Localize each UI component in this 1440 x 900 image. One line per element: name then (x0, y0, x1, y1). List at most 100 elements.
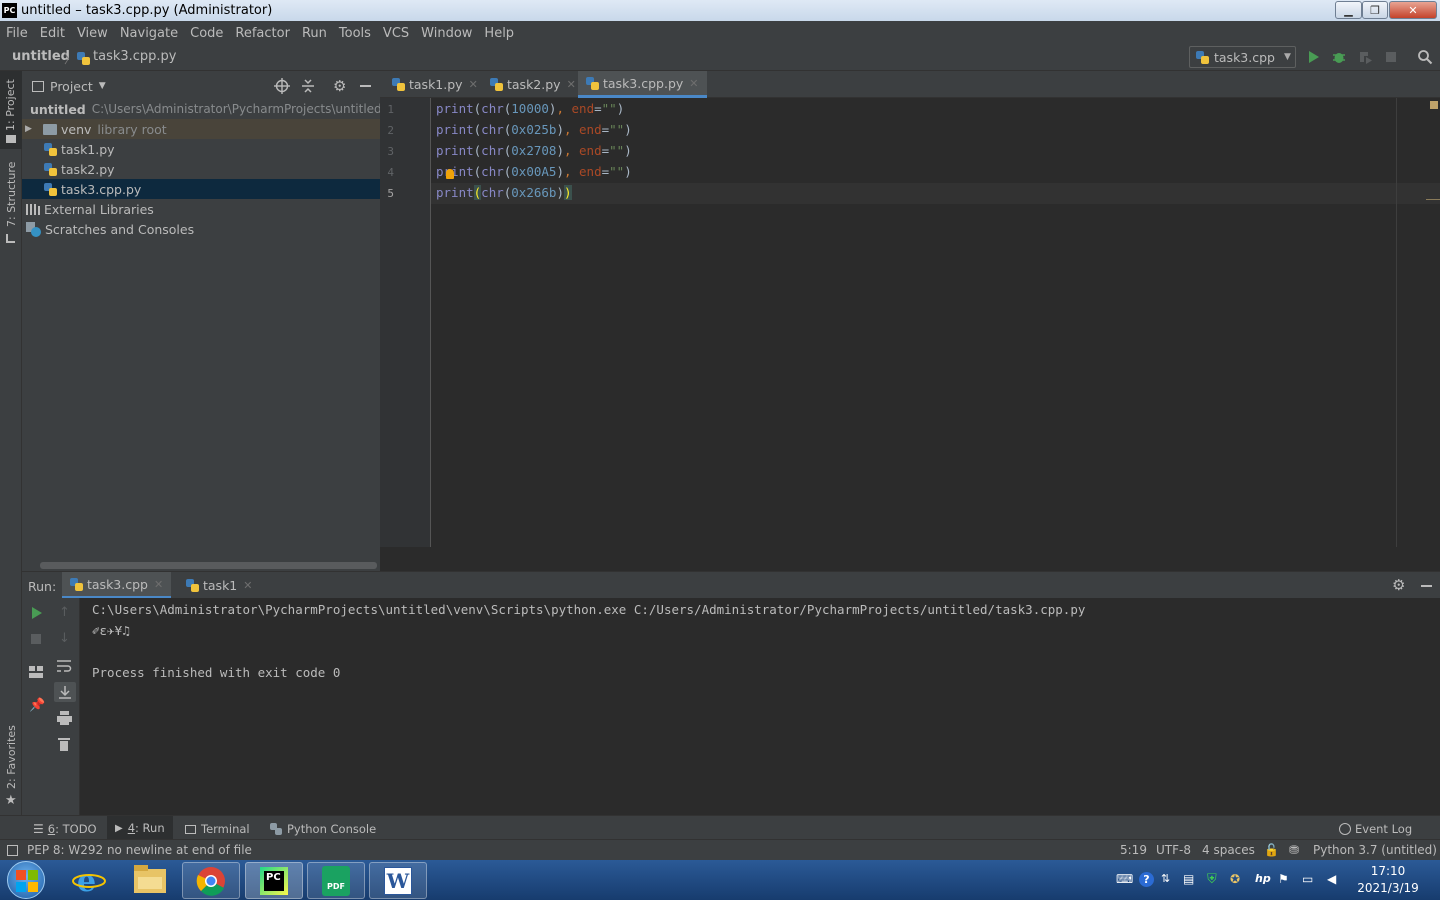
tool-tab-python-console[interactable]: Python Console (270, 822, 376, 836)
close-window-button[interactable]: ✕ (1389, 1, 1437, 19)
network-icon[interactable]: ▭ (1302, 872, 1318, 888)
chevron-down-icon[interactable]: ▼ (99, 81, 106, 91)
menu-view[interactable]: View (77, 26, 108, 41)
maximize-button[interactable]: ❐ (1362, 1, 1388, 19)
tool-tab-run[interactable]: ▶ 4: Run (107, 816, 173, 840)
run-tab-task1[interactable]: task1 ✕ (178, 572, 260, 599)
run-tab-task3[interactable]: task3.cpp ✕ (62, 572, 172, 599)
stop-button[interactable] (1384, 50, 1398, 64)
tool-tab-todo[interactable]: ☰ 6: TODO (33, 822, 97, 836)
arrow-down-icon[interactable]: ↓ (59, 631, 70, 646)
lightbulb-icon[interactable] (446, 169, 454, 179)
volume-icon[interactable]: ◀ (1327, 872, 1343, 888)
tool-windows-toggle-icon[interactable] (7, 845, 18, 856)
debug-button[interactable] (1331, 49, 1347, 65)
rerun-button[interactable] (29, 606, 43, 620)
close-tab-icon[interactable]: ✕ (469, 78, 478, 91)
restore-layout-button[interactable] (29, 666, 43, 678)
python-interpreter[interactable]: Python 3.7 (untitled) (1313, 843, 1437, 857)
gear-icon[interactable]: ⚙ (333, 77, 346, 95)
project-panel-title[interactable]: Project (50, 79, 93, 94)
caret-position[interactable]: 5:19 (1120, 843, 1147, 857)
help-icon[interactable]: ? (1139, 872, 1154, 887)
security-shield-icon[interactable]: ⛨ (1207, 872, 1223, 888)
chrome-icon (196, 866, 225, 896)
pycharm-app[interactable]: PC (245, 862, 303, 899)
tab-task2[interactable]: task2.py ✕ (482, 71, 584, 98)
menu-refactor[interactable]: Refactor (235, 26, 290, 41)
breadcrumb-file[interactable]: task3.cpp.py (93, 49, 177, 64)
indent-setting[interactable]: 4 spaces (1202, 843, 1255, 857)
tree-item-root[interactable]: untitled C:\Users\Administrator\PycharmP… (22, 99, 382, 119)
close-tab-icon[interactable]: ✕ (243, 579, 252, 592)
python-file-icon (586, 76, 599, 90)
minimize-button[interactable]: ▁ (1335, 1, 1362, 19)
keyboard-icon[interactable]: ⌨ (1116, 872, 1133, 888)
tree-item-file[interactable]: task2.py (22, 159, 380, 179)
tray-app-icon[interactable]: ✪ (1230, 872, 1246, 888)
stop-button[interactable] (30, 633, 42, 645)
run-console[interactable] (80, 598, 1440, 815)
tab-task1[interactable]: task1.py ✕ (384, 71, 486, 98)
tool-tab-terminal[interactable]: Terminal (185, 822, 250, 836)
tool-tab-event-log[interactable]: Event Log (1339, 822, 1412, 836)
menu-run[interactable]: Run (302, 26, 327, 41)
tab-task3-active[interactable]: task3.cpp.py ✕ (578, 71, 707, 98)
tree-item-external-libraries[interactable]: External Libraries (22, 199, 380, 219)
print-button[interactable] (57, 711, 72, 725)
word-app[interactable]: W (369, 862, 427, 899)
window-title: untitled – task3.cpp.py (Administrator) (21, 3, 273, 18)
structure-tool-button[interactable]: 7: Structure (0, 161, 22, 246)
favorites-tool-button[interactable]: 2: Favorites ★ (0, 721, 22, 811)
hide-panel-icon[interactable] (1421, 585, 1432, 587)
flag-icon[interactable]: ⚑ (1278, 872, 1294, 888)
pdf-app[interactable]: PDF (307, 862, 365, 899)
internet-explorer-app[interactable]: e (72, 864, 108, 896)
menu-vcs[interactable]: VCS (383, 26, 409, 41)
search-everywhere-button[interactable] (1417, 49, 1433, 65)
menu-file[interactable]: File (6, 26, 28, 41)
horizontal-scrollbar[interactable] (40, 562, 377, 569)
breadcrumb-project[interactable]: untitled (12, 49, 70, 64)
inspection-warning-icon[interactable] (1430, 101, 1438, 109)
scroll-to-end-button[interactable] (54, 682, 76, 702)
arrow-up-icon[interactable]: ↑ (59, 605, 70, 620)
file-encoding[interactable]: UTF-8 (1156, 843, 1191, 857)
menu-edit[interactable]: Edit (40, 26, 65, 41)
run-button[interactable] (1305, 49, 1321, 65)
file-name: task2.py (61, 161, 115, 177)
file-explorer-app[interactable] (134, 865, 168, 895)
tree-item-scratches[interactable]: Scratches and Consoles (22, 219, 380, 239)
network-sync-icon[interactable]: ⇅ (1161, 872, 1177, 888)
run-configuration-select[interactable]: task3.cpp ▼ (1189, 46, 1296, 68)
gear-icon[interactable]: ⚙ (1392, 576, 1405, 594)
close-tab-icon[interactable]: ✕ (154, 578, 163, 591)
display-icon[interactable]: ▤ (1183, 872, 1199, 888)
system-clock[interactable]: 17:10 2021/3/19 (1350, 863, 1426, 897)
menu-code[interactable]: Code (190, 26, 223, 41)
tree-item-venv[interactable]: ▶ venv library root (22, 119, 380, 139)
menu-window[interactable]: Window (421, 26, 472, 41)
soft-wrap-button[interactable] (57, 659, 72, 673)
collapse-all-button[interactable] (300, 78, 316, 94)
pin-icon[interactable]: 📌 (29, 698, 45, 713)
start-button[interactable] (7, 861, 45, 899)
clear-all-button[interactable] (58, 737, 70, 751)
locate-file-button[interactable] (274, 78, 290, 94)
menu-navigate[interactable]: Navigate (120, 26, 178, 41)
external-libraries-label: External Libraries (44, 201, 154, 217)
chrome-app[interactable] (182, 862, 240, 899)
menu-help[interactable]: Help (484, 26, 514, 41)
project-tool-button[interactable]: 1: Project (0, 71, 22, 149)
hp-icon[interactable]: hp (1255, 872, 1271, 888)
unlock-icon[interactable]: 🔓 (1264, 843, 1279, 857)
close-tab-icon[interactable]: ✕ (689, 77, 698, 90)
tree-item-file[interactable]: task1.py (22, 139, 380, 159)
close-tab-icon[interactable]: ✕ (567, 78, 576, 91)
code-line: print(chr(0x025b), end="") (436, 122, 632, 137)
scroll-to-end-icon (59, 686, 71, 699)
tree-item-file-selected[interactable]: task3.cpp.py (22, 179, 380, 199)
menu-tools[interactable]: Tools (339, 26, 371, 41)
run-with-coverage-button[interactable] (1357, 49, 1373, 65)
hide-panel-icon[interactable] (360, 85, 371, 87)
